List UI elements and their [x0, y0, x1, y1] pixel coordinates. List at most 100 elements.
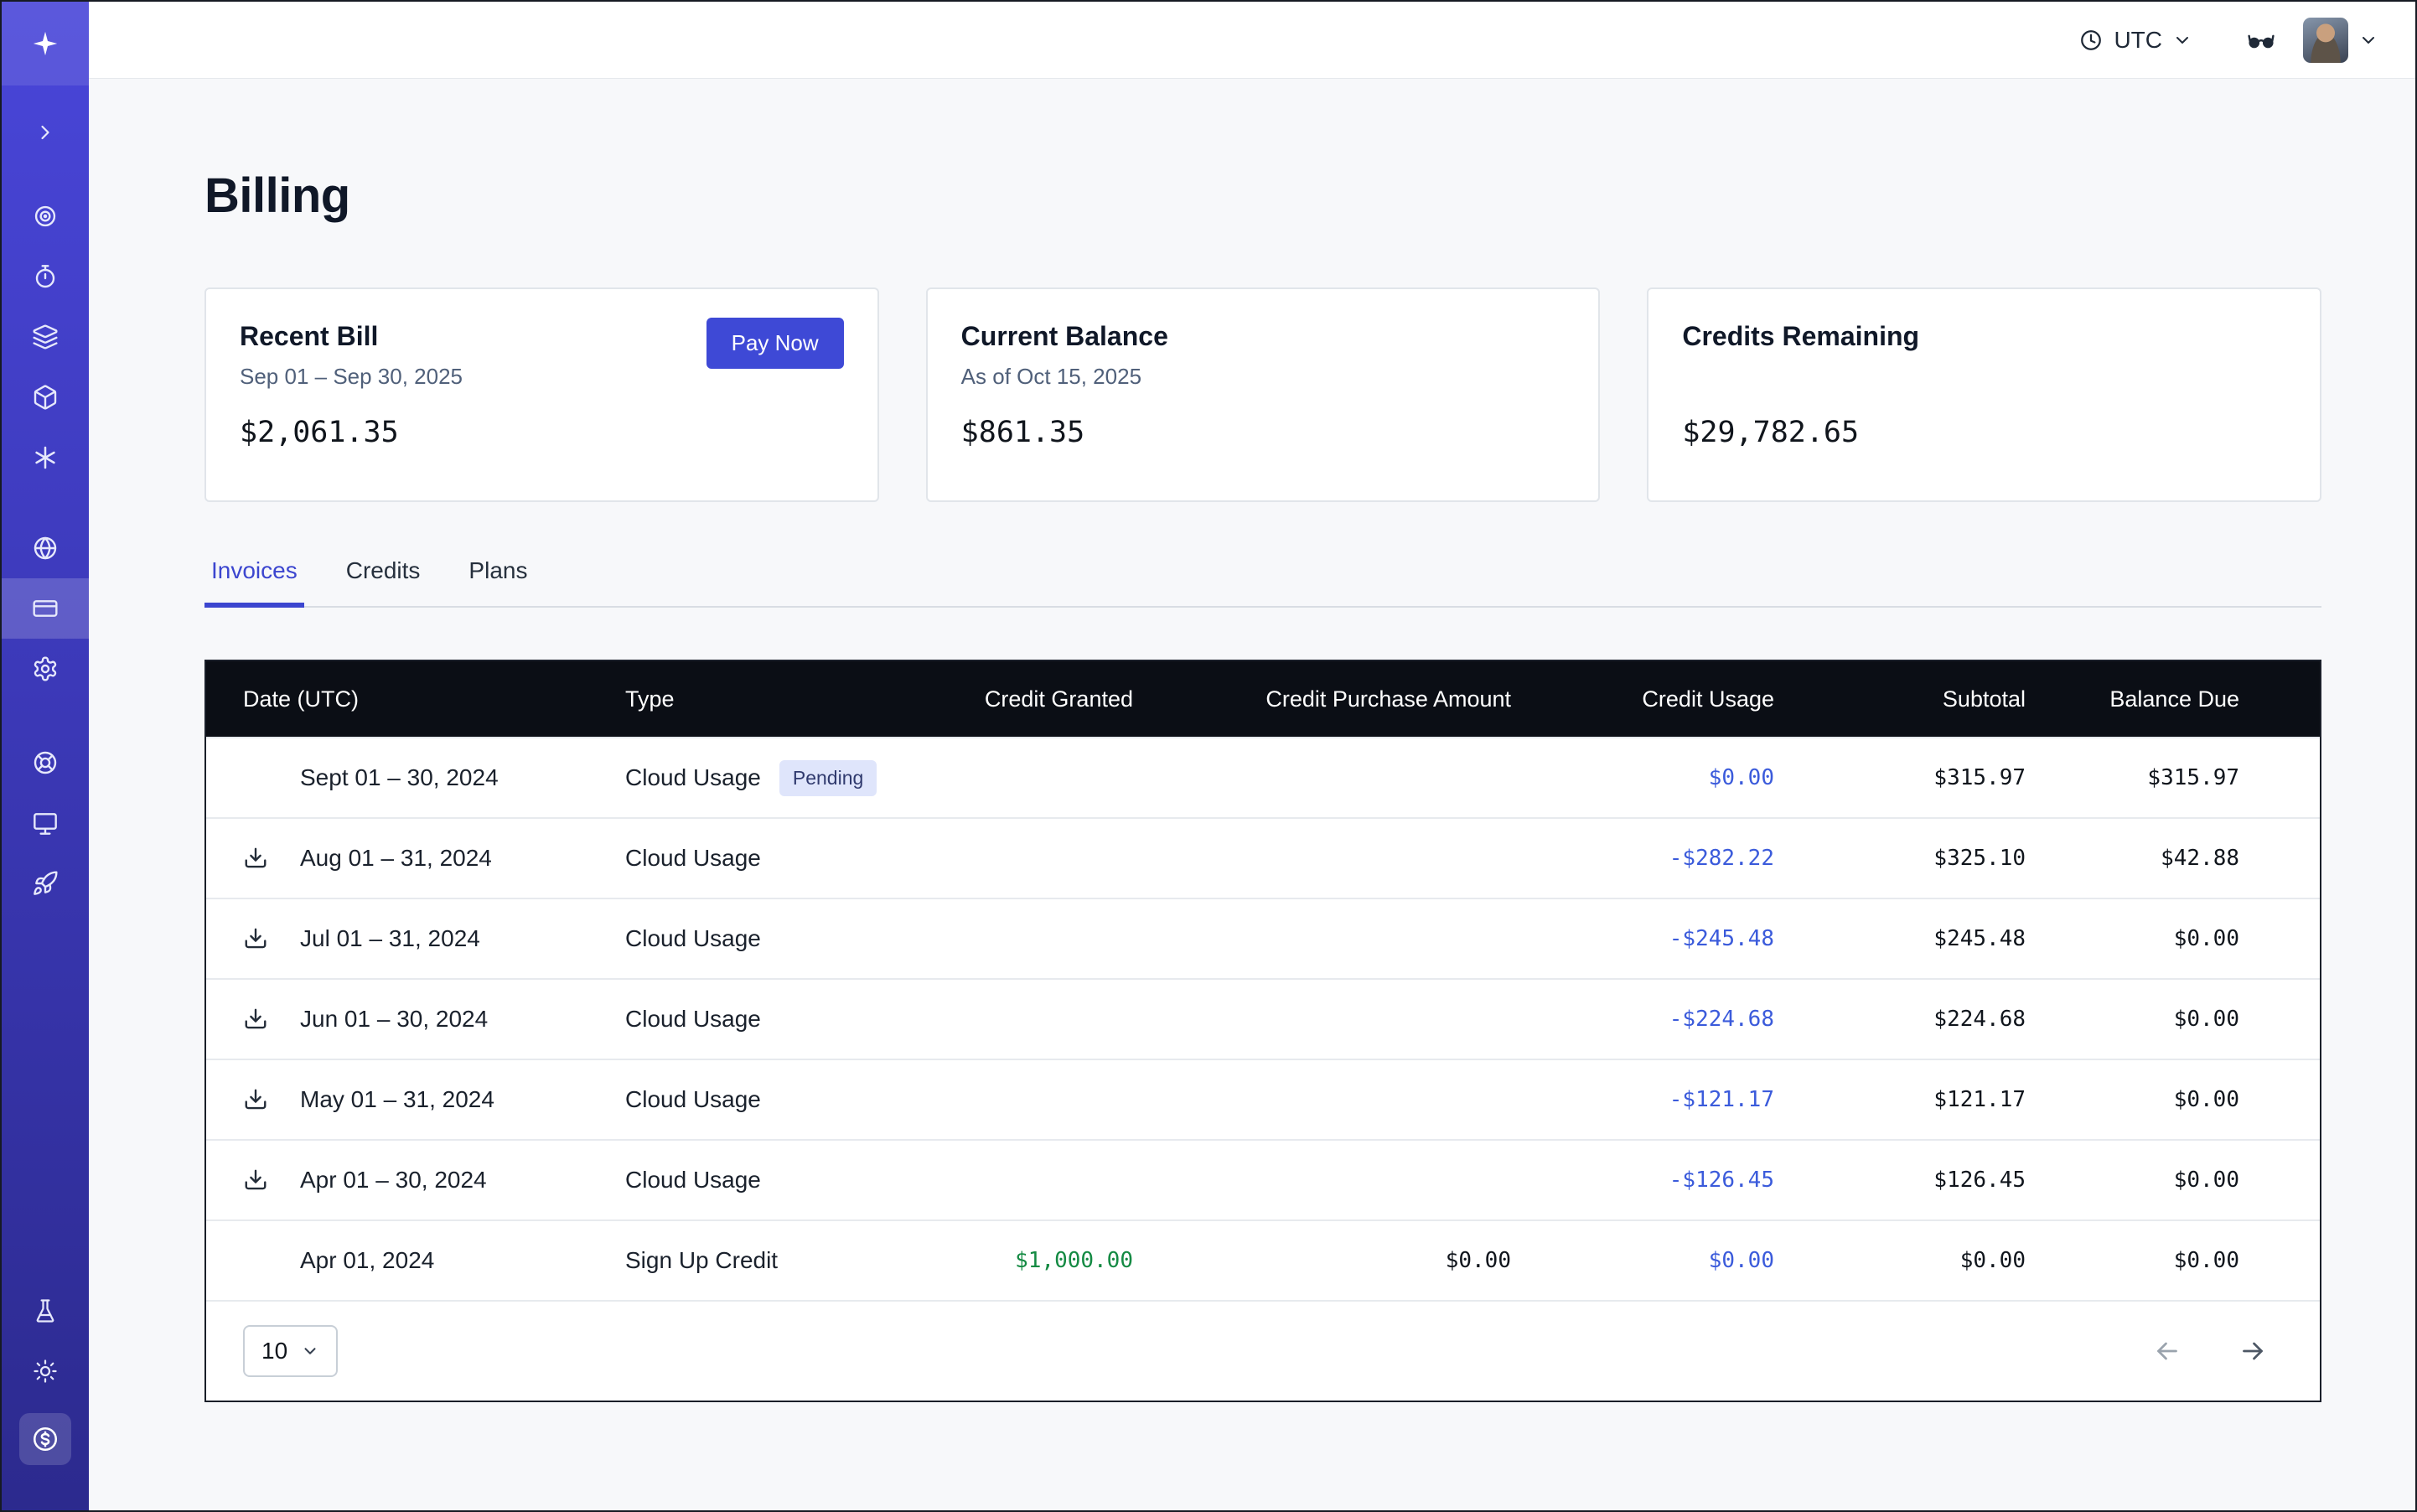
- table-row: Sept 01 – 30, 2024 Cloud UsagePending $0…: [206, 737, 2320, 817]
- sidebar-item-settings[interactable]: [2, 639, 89, 699]
- invoice-date: Sept 01 – 30, 2024: [300, 764, 499, 791]
- balance-due-value: $42.88: [2073, 846, 2320, 871]
- credit-usage-value: -$126.45: [1558, 1168, 1821, 1193]
- view-as-customer-button[interactable]: [2246, 25, 2276, 55]
- topbar: UTC: [89, 2, 2415, 79]
- credits-remaining-card: Credits Remaining $29,782.65: [1647, 287, 2321, 502]
- status-badge: Pending: [779, 760, 877, 796]
- sidebar-collapse-button[interactable]: [2, 102, 89, 163]
- table-header-row: Date (UTC) Type Credit Granted Credit Pu…: [206, 661, 2320, 737]
- tab-plans[interactable]: Plans: [462, 557, 534, 608]
- subtotal-value: $121.17: [1821, 1087, 2073, 1112]
- timezone-label: UTC: [2114, 27, 2162, 54]
- invoice-date: Aug 01 – 31, 2024: [300, 845, 492, 872]
- current-balance-amount: $861.35: [961, 416, 1566, 449]
- table-row: Apr 01, 2024 Sign Up Credit $1,000.00 $0…: [206, 1219, 2320, 1300]
- chevron-right-icon: [34, 121, 57, 144]
- sidebar-item-monitor[interactable]: [2, 793, 89, 853]
- timer-icon: [32, 263, 59, 290]
- invoice-date: Jul 01 – 31, 2024: [300, 925, 480, 952]
- recent-bill-amount: $2,061.35: [240, 416, 844, 449]
- header-credit-granted: Credit Granted: [927, 686, 1180, 712]
- credit-usage-value: $0.00: [1558, 1248, 1821, 1273]
- card-title: Current Balance: [961, 321, 1566, 352]
- page-size-value: 10: [261, 1338, 287, 1364]
- credits-remaining-amount: $29,782.65: [1682, 416, 2286, 449]
- account-menu[interactable]: [2303, 18, 2378, 63]
- invoice-type: Cloud Usage: [625, 764, 761, 791]
- balance-due-value: $0.00: [2073, 1087, 2320, 1112]
- layers-icon: [32, 324, 59, 350]
- invoice-date: May 01 – 31, 2024: [300, 1086, 494, 1113]
- sidebar-item-theme[interactable]: [2, 1341, 89, 1401]
- pay-now-button[interactable]: Pay Now: [706, 318, 844, 369]
- invoices-table: Date (UTC) Type Credit Granted Credit Pu…: [204, 660, 2321, 1402]
- app-window: UTC Billing Recent Bill Pay Now Sep 01 –…: [0, 0, 2417, 1512]
- sidebar-group-bottom: [2, 1281, 89, 1401]
- card-title: Credits Remaining: [1682, 321, 2286, 352]
- download-invoice-button[interactable]: [243, 1168, 268, 1193]
- flask-icon: [33, 1298, 58, 1323]
- page-size-select[interactable]: 10: [243, 1325, 338, 1377]
- invoice-date: Apr 01 – 30, 2024: [300, 1167, 487, 1194]
- dollar-coin-icon: [31, 1425, 60, 1453]
- user-avatar: [2303, 18, 2348, 63]
- table-row: Aug 01 – 31, 2024 Cloud Usage -$282.22 $…: [206, 817, 2320, 898]
- sidebar-item-rocket[interactable]: [2, 853, 89, 914]
- download-invoice-button[interactable]: [243, 926, 268, 951]
- sidebar-item-credits[interactable]: [19, 1413, 71, 1465]
- invoice-type: Cloud Usage: [625, 1167, 761, 1194]
- sidebar-item-support[interactable]: [2, 733, 89, 793]
- download-slot: [243, 1087, 300, 1112]
- subtotal-value: $315.97: [1821, 765, 2073, 790]
- download-invoice-button[interactable]: [243, 846, 268, 871]
- table-footer: 10: [206, 1300, 2320, 1401]
- clock-icon: [2078, 28, 2104, 53]
- sidebar-item-globe[interactable]: [2, 518, 89, 578]
- arrow-right-icon: [2238, 1336, 2268, 1366]
- sidebar-item-layers[interactable]: [2, 307, 89, 367]
- main-area: UTC Billing Recent Bill Pay Now Sep 01 –…: [89, 2, 2415, 1510]
- lifebuoy-icon: [32, 749, 59, 776]
- invoice-date: Apr 01, 2024: [300, 1247, 434, 1274]
- tab-credits[interactable]: Credits: [339, 557, 427, 608]
- content: Billing Recent Bill Pay Now Sep 01 – Sep…: [89, 79, 2415, 1510]
- balance-due-value: $0.00: [2073, 1007, 2320, 1032]
- previous-page-button[interactable]: [2152, 1336, 2182, 1366]
- header-type: Type: [625, 686, 927, 712]
- subtotal-value: $0.00: [1821, 1248, 2073, 1273]
- sidebar-item-asterisk[interactable]: [2, 427, 89, 488]
- credits-subtitle: [1682, 364, 2286, 392]
- sidebar-item-labs[interactable]: [2, 1281, 89, 1341]
- arrow-left-icon: [2152, 1336, 2182, 1366]
- download-icon: [243, 1168, 268, 1193]
- next-page-button[interactable]: [2238, 1336, 2268, 1366]
- page-title: Billing: [204, 168, 2321, 224]
- chevron-down-icon: [2358, 30, 2378, 50]
- invoice-type: Cloud Usage: [625, 1086, 761, 1113]
- table-row: Apr 01 – 30, 2024 Cloud Usage -$126.45 $…: [206, 1139, 2320, 1219]
- balance-due-value: $0.00: [2073, 1168, 2320, 1193]
- asterisk-icon: [32, 444, 59, 471]
- subtotal-value: $126.45: [1821, 1168, 2073, 1193]
- download-invoice-button[interactable]: [243, 1007, 268, 1032]
- logo-icon: [31, 29, 60, 58]
- invoice-type: Cloud Usage: [625, 845, 761, 872]
- tab-invoices[interactable]: Invoices: [204, 557, 304, 608]
- sidebar-item-cube[interactable]: [2, 367, 89, 427]
- current-balance-card: Current Balance As of Oct 15, 2025 $861.…: [926, 287, 1601, 502]
- logo-tile[interactable]: [2, 2, 89, 85]
- sidebar-item-billing[interactable]: [2, 578, 89, 639]
- credit-usage-value: -$245.48: [1558, 926, 1821, 951]
- timezone-selector[interactable]: UTC: [2078, 27, 2192, 54]
- credit-usage-value: -$121.17: [1558, 1087, 1821, 1112]
- invoice-type: Cloud Usage: [625, 925, 761, 952]
- table-row: Jun 01 – 30, 2024 Cloud Usage -$224.68 $…: [206, 978, 2320, 1059]
- sidebar-group-top: [2, 102, 89, 163]
- sidebar-item-radar[interactable]: [2, 186, 89, 246]
- credit-purchase-value: $0.00: [1180, 1248, 1558, 1273]
- sidebar-item-timer[interactable]: [2, 246, 89, 307]
- download-invoice-button[interactable]: [243, 1087, 268, 1112]
- download-icon: [243, 1087, 268, 1112]
- balance-due-value: $0.00: [2073, 1248, 2320, 1273]
